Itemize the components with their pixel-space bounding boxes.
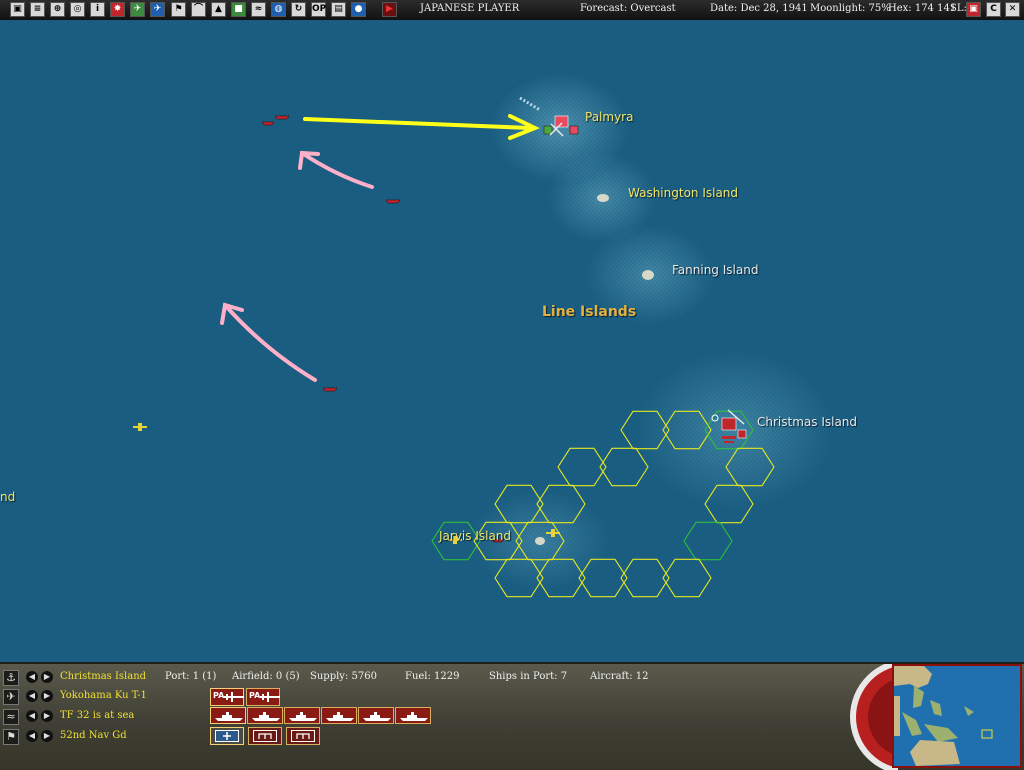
next-arrow-icon[interactable]: ▶	[41, 690, 53, 702]
flag-button[interactable]: ⚑	[171, 2, 186, 17]
next-arrow-icon[interactable]: ▶	[41, 730, 53, 742]
end-turn-button[interactable]: ▶	[382, 2, 397, 17]
next-arrow-icon[interactable]: ▶	[41, 671, 53, 683]
christmas-island-label: Christmas Island	[757, 415, 858, 429]
ship-unit-4[interactable]	[321, 707, 357, 724]
info-button[interactable]: i	[90, 2, 105, 17]
anchor-icon[interactable]: ⚓	[3, 670, 19, 686]
weather-button[interactable]: ●	[351, 2, 366, 17]
turn-dial[interactable]	[846, 664, 898, 770]
air-ops-button[interactable]: ⌒	[191, 2, 206, 17]
map-overlay	[0, 20, 1024, 662]
land-button[interactable]: ■	[231, 2, 246, 17]
ground-unit-name[interactable]: 52nd Nav Gd	[60, 730, 127, 741]
warship-icon	[252, 712, 280, 721]
log-button[interactable]: ▤	[331, 2, 346, 17]
sl-label: SL:	[950, 3, 967, 14]
plane-icon	[224, 692, 244, 702]
prev-arrow-icon[interactable]: ◀	[26, 730, 38, 742]
panel-row-air: ✈ ◀ ▶ Yokohama Ku T-1 PA PA	[0, 688, 860, 707]
airplane-icon[interactable]: ✈	[3, 689, 19, 705]
top-toolbar: ▣ ≡ ⊕ ◎ i ✸ ✈ ✈ ⚑ ⌒ ▲ ■ ≈ ◍ ↻ OP ▤ ● ▶ JAPANESE PLAYER For…	[0, 0, 1024, 21]
air-unit-2[interactable]: PA	[246, 688, 280, 706]
task-force-marker-3[interactable]	[385, 199, 401, 204]
ship-unit-1[interactable]	[210, 707, 246, 724]
ship-unit-6[interactable]	[395, 707, 431, 724]
air-groups-button[interactable]: ✈	[130, 2, 145, 17]
bases-button[interactable]: ⊕	[50, 2, 65, 17]
port-stat: Port: 1 (1)	[165, 671, 217, 682]
player-label: JAPANESE PLAYER	[420, 3, 520, 14]
window-button[interactable]: ▣	[966, 2, 981, 17]
line-islands-label: Line Islands	[542, 304, 637, 320]
jarvis-island-label: Jarvis Island	[439, 529, 512, 543]
aircraft-button[interactable]: ✈	[150, 2, 165, 17]
hex-label: Hex: 174 141	[888, 3, 957, 14]
rising-sun-button[interactable]: ✸	[110, 2, 125, 17]
op-button[interactable]: OP	[311, 2, 326, 17]
date-label: Date: Dec 28, 1941	[710, 3, 808, 14]
ship-icon[interactable]: ≈	[3, 709, 19, 725]
fanning-island-label: Fanning Island	[672, 263, 759, 277]
cycle-button[interactable]: ↻	[291, 2, 306, 17]
infantry-unit-icon	[253, 730, 277, 742]
edge-island-label: nd	[0, 490, 16, 504]
fuel-stat: Fuel: 1229	[405, 671, 460, 682]
task-force-marker-4[interactable]	[322, 387, 338, 392]
ground-unit-1[interactable]	[210, 727, 244, 745]
close-button[interactable]: ✕	[1005, 2, 1020, 17]
task-force-name[interactable]: TF 32 is at sea	[60, 710, 134, 721]
next-arrow-icon[interactable]: ▶	[41, 710, 53, 722]
ship-unit-3[interactable]	[284, 707, 320, 724]
report-button[interactable]: ≡	[30, 2, 45, 17]
ships-button[interactable]: ◎	[70, 2, 85, 17]
warship-icon	[326, 712, 354, 721]
panel-row-base: ⚓ ◀ ▶ Christmas Island Port: 1 (1) Airfi…	[0, 670, 860, 688]
warship-icon	[215, 712, 243, 721]
ship-unit-5[interactable]	[358, 707, 394, 724]
center-button[interactable]: C	[986, 2, 1001, 17]
air-group-name[interactable]: Yokohama Ku T-1	[60, 690, 147, 701]
prev-arrow-icon[interactable]: ◀	[26, 690, 38, 702]
moonlight-label: Moonlight: 75%	[810, 3, 891, 14]
aircraft-stat: Aircraft: 12	[590, 671, 649, 682]
strategic-map[interactable]: Palmyra Washington Island Fanning Island…	[0, 20, 1024, 662]
warship-icon	[400, 712, 428, 721]
anchor-unit-icon	[215, 730, 239, 742]
fleet-button[interactable]: ≈	[251, 2, 266, 17]
mini-map[interactable]	[892, 664, 1022, 768]
ships-in-port-stat: Ships in Port: 7	[489, 671, 568, 682]
air-unit-1[interactable]: PA	[210, 688, 244, 706]
warship-icon	[289, 712, 317, 721]
ground-unit-3[interactable]	[286, 727, 320, 745]
airfield-stat: Airfield: 0 (5)	[232, 671, 300, 682]
warship-icon	[363, 712, 391, 721]
supply-stat: Supply: 5760	[310, 671, 377, 682]
globe-button[interactable]: ◍	[271, 2, 286, 17]
prev-arrow-icon[interactable]: ◀	[26, 710, 38, 722]
washington-island-shape	[597, 194, 609, 202]
ship-unit-2[interactable]	[247, 707, 283, 724]
ground-units-button[interactable]: ▲	[211, 2, 226, 17]
fanning-island-shape	[642, 270, 654, 280]
base-name[interactable]: Christmas Island	[60, 671, 146, 682]
prev-arrow-icon[interactable]: ◀	[26, 671, 38, 683]
task-force-marker-2[interactable]	[261, 121, 275, 126]
palmyra-label: Palmyra	[585, 110, 634, 124]
forecast-label: Forecast: Overcast	[580, 3, 676, 14]
plane-icon	[260, 692, 280, 702]
flag-icon[interactable]: ⚑	[3, 729, 19, 745]
menu-button[interactable]: ▣	[10, 2, 25, 17]
infantry-unit-icon	[291, 730, 315, 742]
panel-row-ground: ⚑ ◀ ▶ 52nd Nav Gd	[0, 727, 860, 747]
task-force-marker-1[interactable]	[274, 115, 290, 120]
washington-island-label: Washington Island	[628, 186, 739, 200]
jarvis-island-shape	[535, 537, 545, 545]
ground-unit-2[interactable]	[248, 727, 282, 745]
panel-row-taskforce: ≈ ◀ ▶ TF 32 is at sea	[0, 707, 860, 727]
info-panel: ⚓ ◀ ▶ Christmas Island Port: 1 (1) Airfi…	[0, 662, 1024, 770]
